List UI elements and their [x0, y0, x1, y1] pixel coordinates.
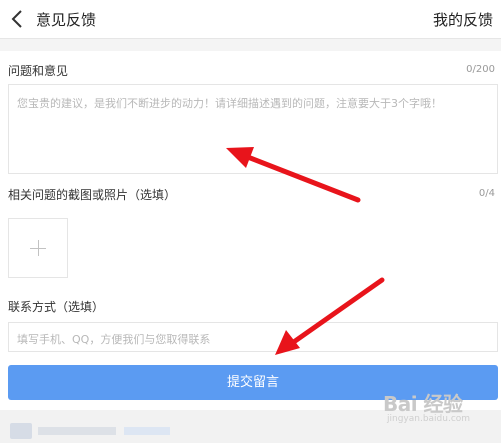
top-bar: 意见反馈 我的反馈	[0, 0, 501, 39]
contact-placeholder: 填写手机、QQ，方便我们与您取得联系	[17, 333, 211, 346]
issue-counter: 0/200	[466, 64, 495, 75]
footer-avatar-icon	[10, 423, 32, 439]
watermark-url: jingyan.baidu.com	[387, 414, 471, 424]
issue-placeholder: 您宝贵的建议，是我们不断进步的动力！请详细描述遇到的问题，注意要大于3个字哦！	[17, 97, 442, 110]
watermark-brand: Bai 经验	[383, 392, 463, 416]
section-divider	[0, 39, 501, 51]
footer-blurred-link	[124, 427, 170, 435]
contact-label: 联系方式（选填）	[8, 300, 105, 314]
back-arrow-icon[interactable]	[8, 8, 28, 30]
my-feedback-link[interactable]: 我的反馈	[433, 9, 493, 30]
baidu-watermark: Bai 经验 jingyan.baidu.com	[383, 388, 495, 428]
add-photo-button[interactable]	[8, 218, 68, 278]
screenshots-counter: 0/4	[478, 188, 495, 199]
contact-input[interactable]: 填写手机、QQ，方便我们与您取得联系	[8, 322, 498, 352]
issue-textarea[interactable]: 您宝贵的建议，是我们不断进步的动力！请详细描述遇到的问题，注意要大于3个字哦！	[8, 84, 498, 174]
footer-blurred-text	[38, 427, 116, 435]
plus-icon-vertical	[38, 240, 39, 256]
screenshots-label: 相关问题的截图或照片（选填）	[8, 188, 177, 202]
issue-label: 问题和意见	[8, 64, 69, 78]
page-title: 意见反馈	[36, 11, 97, 29]
